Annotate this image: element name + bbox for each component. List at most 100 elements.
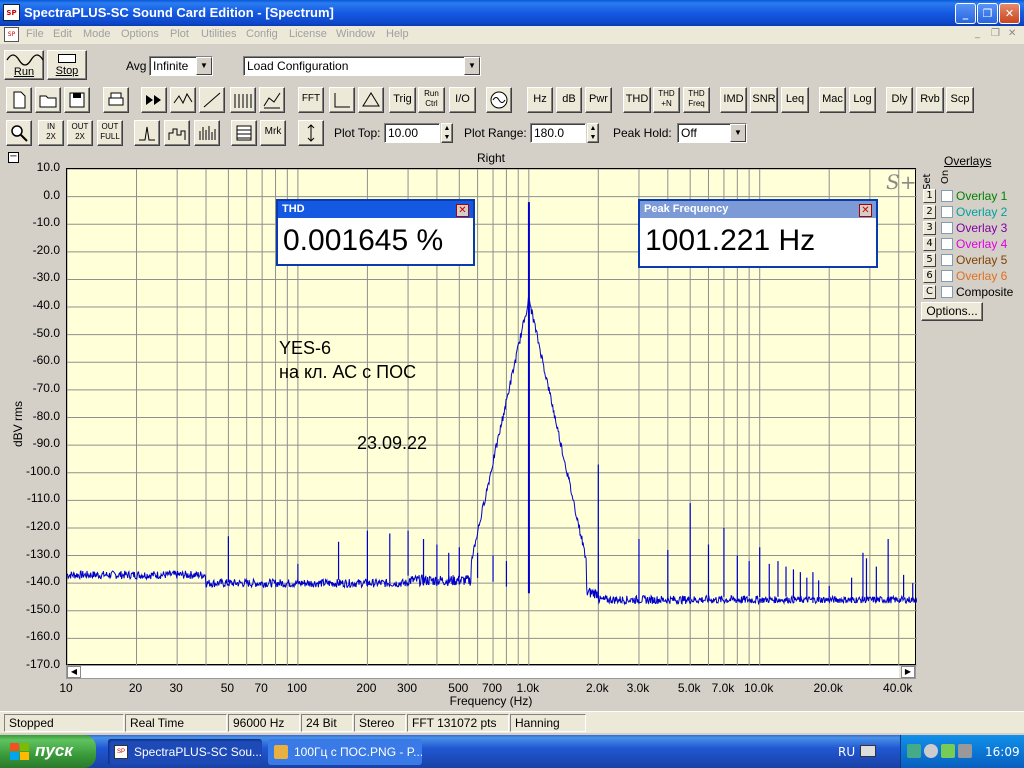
menu-utilities[interactable]: Utilities bbox=[201, 28, 236, 40]
bar-plot-button[interactable] bbox=[194, 120, 220, 146]
log-button[interactable]: Log bbox=[849, 87, 876, 113]
menu-plot[interactable]: Plot bbox=[170, 28, 189, 40]
zoom-out-2x-button[interactable]: OUT 2X bbox=[67, 120, 93, 146]
overlay-set-button[interactable]: 6 bbox=[923, 269, 936, 283]
peak-frequency-title[interactable]: Peak Frequency bbox=[640, 201, 876, 218]
thd-meter-window[interactable]: THD ✕ 0.001645 % bbox=[276, 199, 475, 266]
scroll-left-icon[interactable]: ◀ bbox=[67, 666, 81, 678]
spectrogram-button[interactable] bbox=[259, 87, 285, 113]
menu-config[interactable]: Config bbox=[246, 28, 278, 40]
mdi-minimize-icon[interactable]: _ bbox=[975, 28, 980, 39]
overlay-checkbox[interactable] bbox=[941, 254, 953, 266]
imd-button[interactable]: IMD bbox=[720, 87, 747, 113]
thd-meter-title[interactable]: THD bbox=[278, 201, 473, 218]
mac-button[interactable]: Mac bbox=[819, 87, 846, 113]
chevron-down-icon[interactable]: ▼ bbox=[196, 57, 212, 75]
plot-top-spinner[interactable]: ▲ ▼ bbox=[441, 123, 453, 143]
mdi-restore-icon[interactable]: ❐ bbox=[991, 28, 1000, 39]
waterfall-button[interactable] bbox=[230, 87, 256, 113]
disk-icon[interactable] bbox=[924, 744, 938, 758]
fast-forward-button[interactable] bbox=[141, 87, 167, 113]
close-icon[interactable]: ✕ bbox=[456, 204, 469, 217]
maximize-button[interactable]: ❐ bbox=[977, 3, 998, 24]
thd-button[interactable]: THD bbox=[623, 87, 651, 113]
run-button[interactable]: Run bbox=[4, 50, 44, 80]
close-icon[interactable]: ✕ bbox=[859, 204, 872, 217]
stop-button[interactable]: Stop bbox=[47, 50, 87, 80]
peak-hold-select[interactable]: Off ▼ bbox=[677, 123, 747, 143]
network-icon[interactable] bbox=[907, 744, 921, 758]
thd-freq-button[interactable]: THD Freq bbox=[683, 87, 710, 113]
trig-button[interactable]: Trig bbox=[389, 87, 416, 113]
peak-frequency-window[interactable]: Peak Frequency ✕ 1001.221 Hz bbox=[638, 199, 878, 268]
filter-button[interactable] bbox=[358, 87, 384, 113]
overlay-set-button[interactable]: 1 bbox=[923, 189, 936, 203]
mdi-close-icon[interactable]: ✕ bbox=[1008, 28, 1016, 39]
fft-button[interactable]: FFT bbox=[298, 87, 324, 113]
menu-license[interactable]: License bbox=[289, 28, 327, 40]
new-file-button[interactable] bbox=[6, 87, 32, 113]
overlay-set-button[interactable]: C bbox=[923, 285, 936, 299]
line-plot-button[interactable] bbox=[134, 120, 160, 146]
title-bar[interactable]: SP SpectraPLUS-SC Sound Card Edition - [… bbox=[0, 0, 1024, 26]
overlay-checkbox[interactable] bbox=[941, 190, 953, 202]
menu-options[interactable]: Options bbox=[121, 28, 159, 40]
db-button[interactable]: dB bbox=[556, 87, 582, 113]
menu-help[interactable]: Help bbox=[386, 28, 409, 40]
start-button[interactable]: пуск bbox=[0, 735, 96, 768]
io-button[interactable]: I/O bbox=[449, 87, 476, 113]
marker-button[interactable]: Mrk bbox=[260, 120, 286, 146]
chevron-down-icon[interactable]: ▼ bbox=[464, 57, 480, 75]
overlay-checkbox[interactable] bbox=[941, 206, 953, 218]
overlay-checkbox[interactable] bbox=[941, 238, 953, 250]
plot-top-input[interactable]: 10.00 bbox=[384, 123, 440, 143]
minimize-button[interactable]: _ bbox=[955, 3, 976, 24]
open-button[interactable] bbox=[35, 87, 61, 113]
task-spectraplus[interactable]: SP SpectraPLUS-SC Sou... bbox=[108, 739, 262, 765]
table-button[interactable] bbox=[231, 120, 257, 146]
overlay-checkbox[interactable] bbox=[941, 270, 953, 282]
overlay-checkbox[interactable] bbox=[941, 222, 953, 234]
avg-select[interactable]: Infinite ▼ bbox=[149, 56, 213, 76]
plot-range-input[interactable]: 180.0 bbox=[530, 123, 586, 143]
volume-icon[interactable] bbox=[958, 744, 972, 758]
app-logo-icon[interactable]: SP bbox=[3, 4, 20, 21]
overlay-set-button[interactable]: 3 bbox=[923, 221, 936, 235]
close-button[interactable]: ✕ bbox=[999, 3, 1020, 24]
y-scale-button[interactable] bbox=[298, 120, 324, 146]
rvb-button[interactable]: Rvb bbox=[916, 87, 944, 113]
scp-button[interactable]: Scp bbox=[946, 87, 974, 113]
shield-icon[interactable] bbox=[941, 744, 955, 758]
axis-button[interactable] bbox=[329, 87, 355, 113]
thd-n-button[interactable]: THD +N bbox=[653, 87, 680, 113]
zoom-out-full-button[interactable]: OUT FULL bbox=[97, 120, 123, 146]
config-select[interactable]: Load Configuration ▼ bbox=[243, 56, 481, 76]
doc-logo-icon[interactable]: SP bbox=[4, 27, 19, 42]
language-indicator[interactable]: RU bbox=[838, 745, 855, 759]
zoom-in-2x-button[interactable]: IN 2X bbox=[38, 120, 64, 146]
annotation-title[interactable]: YES-6 bbox=[279, 338, 331, 359]
save-button[interactable] bbox=[64, 87, 90, 113]
step-plot-button[interactable] bbox=[164, 120, 190, 146]
print-button[interactable] bbox=[103, 87, 129, 113]
annotation-subtitle[interactable]: на кл. АС с ПОС bbox=[279, 362, 416, 383]
options-button[interactable]: Options... bbox=[921, 302, 983, 321]
menu-window[interactable]: Window bbox=[336, 28, 375, 40]
overlay-set-button[interactable]: 4 bbox=[923, 237, 936, 251]
overlay-set-button[interactable]: 5 bbox=[923, 253, 936, 267]
chevron-down-icon[interactable]: ▼ bbox=[730, 124, 746, 142]
menu-edit[interactable]: Edit bbox=[53, 28, 72, 40]
dly-button[interactable]: Dly bbox=[886, 87, 913, 113]
overlay-checkbox[interactable] bbox=[941, 286, 953, 298]
scrollbar-thumb[interactable] bbox=[81, 666, 899, 678]
menu-mode[interactable]: Mode bbox=[83, 28, 111, 40]
menu-file[interactable]: File bbox=[26, 28, 44, 40]
scope-button[interactable] bbox=[170, 87, 196, 113]
task-image-viewer[interactable]: 100Гц с ПОС.PNG - P... bbox=[268, 739, 422, 765]
plot-range-spinner[interactable]: ▲ ▼ bbox=[587, 123, 599, 143]
snr-button[interactable]: SNR bbox=[750, 87, 778, 113]
hz-button[interactable]: Hz bbox=[527, 87, 553, 113]
pwr-button[interactable]: Pwr bbox=[585, 87, 612, 113]
zoom-button[interactable] bbox=[6, 120, 32, 146]
annotation-date[interactable]: 23.09.22 bbox=[357, 433, 427, 454]
